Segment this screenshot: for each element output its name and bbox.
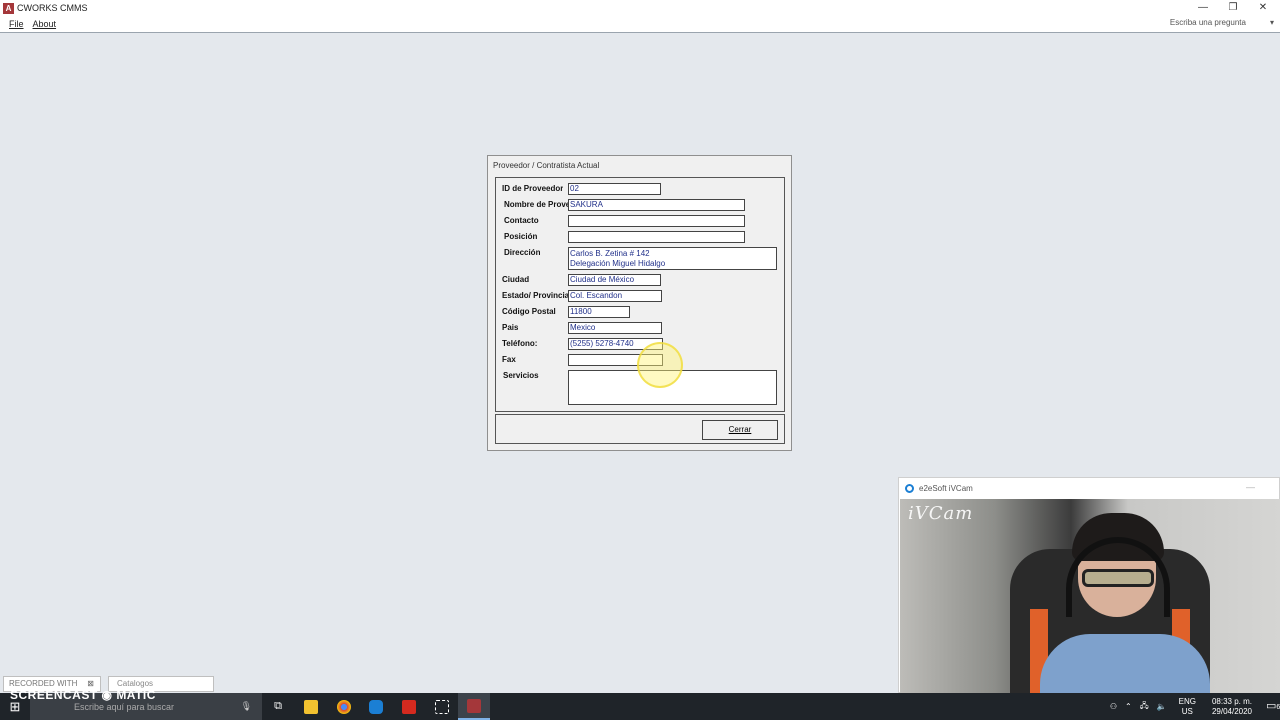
notification-count: 6 bbox=[1276, 704, 1280, 711]
person-shirt bbox=[1040, 634, 1210, 693]
fax-label: Fax bbox=[502, 355, 516, 364]
ciudad-label: Ciudad bbox=[502, 275, 530, 284]
language-bottom: US bbox=[1181, 706, 1193, 716]
notification-center-icon[interactable]: ▭6 bbox=[1258, 693, 1280, 720]
supplier-dialog: Proveedor / Contratista Actual ID de Pro… bbox=[487, 155, 792, 451]
contacto-label: Contacto bbox=[504, 216, 539, 225]
direccion-label: Dirección bbox=[504, 248, 541, 257]
restore-button[interactable]: ❐ bbox=[1218, 0, 1248, 16]
task-view-icon[interactable]: ⧉ bbox=[262, 693, 294, 720]
network-icon[interactable]: 🖧 bbox=[1140, 700, 1149, 714]
snipping-tool-icon[interactable] bbox=[426, 693, 458, 720]
people-icon[interactable]: ⚇ bbox=[1110, 702, 1117, 711]
button-panel: Cerrar bbox=[495, 414, 785, 444]
codigo-postal-field[interactable]: 11800 bbox=[568, 306, 630, 318]
codigo-postal-label: Código Postal bbox=[502, 307, 556, 316]
chrome-icon[interactable] bbox=[328, 693, 360, 720]
clock[interactable]: 08:33 p. m. 29/04/2020 bbox=[1212, 697, 1252, 717]
webcam-title-bar: e2eSoft iVCam bbox=[899, 478, 1279, 498]
estado-field[interactable]: Col. Escandon bbox=[568, 290, 662, 302]
estado-label: Estado/ Provincia bbox=[502, 291, 570, 300]
id-label: ID de Proveedor bbox=[502, 184, 564, 193]
window-title: CWORKS CMMS bbox=[17, 3, 88, 13]
nombre-field[interactable]: SAKURA bbox=[568, 199, 745, 211]
access-taskbar-icon[interactable] bbox=[458, 693, 490, 720]
telefono-label: Teléfono: bbox=[502, 339, 538, 348]
tab-recorded-label: RECORDED WITH bbox=[9, 679, 78, 688]
access-app-icon: A bbox=[3, 2, 14, 14]
cerrar-button[interactable]: Cerrar bbox=[702, 420, 778, 440]
microphone-icon[interactable]: 🎙 bbox=[241, 701, 252, 712]
cerrar-button-label: Cerrar bbox=[728, 425, 752, 434]
id-field[interactable]: 02 bbox=[568, 183, 661, 195]
direccion-field[interactable]: Carlos B. Zetina # 142 Delegación Miguel… bbox=[568, 247, 777, 270]
dialog-title: Proveedor / Contratista Actual bbox=[493, 161, 600, 170]
ask-question-box[interactable]: Escriba una pregunta ▾ bbox=[1170, 18, 1274, 27]
file-explorer-icon[interactable] bbox=[295, 693, 327, 720]
language-top: ENG bbox=[1178, 696, 1196, 706]
chevron-down-icon[interactable]: ▾ bbox=[1270, 18, 1274, 27]
menu-bar: File About Escriba una pregunta ▾ bbox=[0, 16, 1280, 33]
menu-about[interactable]: About bbox=[33, 19, 57, 29]
webcam-title: e2eSoft iVCam bbox=[919, 483, 973, 493]
glasses bbox=[1082, 569, 1154, 587]
cursor-highlight bbox=[637, 342, 683, 388]
title-bar: A CWORKS CMMS — ❐ ✕ bbox=[0, 0, 1280, 16]
webcam-minimize-button[interactable]: — bbox=[1246, 482, 1255, 492]
pais-field[interactable]: Mexico bbox=[568, 322, 662, 334]
posicion-field[interactable] bbox=[568, 231, 745, 243]
supplier-form: ID de Proveedor 02 Nombre de Prove SAKUR… bbox=[495, 177, 785, 412]
language-indicator[interactable]: ENG US bbox=[1179, 697, 1196, 717]
direccion-line-2: Delegación Miguel Hidalgo bbox=[570, 259, 666, 268]
minimize-button[interactable]: — bbox=[1188, 0, 1218, 16]
contacto-field[interactable] bbox=[568, 215, 745, 227]
nombre-label: Nombre de Prove bbox=[504, 200, 568, 209]
ask-question-placeholder: Escriba una pregunta bbox=[1169, 18, 1246, 27]
system-tray: ⚇ ⌃ 🖧 🔈 ENG US 08:33 p. m. 29/04/2020 ▭6 bbox=[1102, 693, 1280, 720]
volume-icon[interactable]: 🔈 bbox=[1157, 702, 1167, 711]
ivcam-logo: iVCam bbox=[908, 503, 974, 524]
clock-date: 29/04/2020 bbox=[1211, 706, 1252, 716]
webcam-video-feed: iVCam bbox=[900, 499, 1280, 693]
ciudad-field[interactable]: Ciudad de México bbox=[568, 274, 661, 286]
menu-file[interactable]: File bbox=[9, 19, 24, 29]
pais-label: Pais bbox=[502, 323, 519, 332]
taskbar: ⊞ Escribe aquí para buscar 🎙 SCREENCAST … bbox=[0, 688, 1280, 720]
acrobat-icon[interactable] bbox=[393, 693, 425, 720]
servicios-label: Servicios bbox=[503, 371, 539, 380]
webcam-window: e2eSoft iVCam — iVCam bbox=[898, 477, 1280, 693]
tab-catalogos-label: Catalogos bbox=[117, 679, 154, 688]
ivcam-taskbar-icon[interactable] bbox=[360, 693, 392, 720]
taskbar-search-placeholder: Escribe aquí para buscar bbox=[74, 701, 175, 712]
ivcam-icon bbox=[905, 483, 914, 493]
close-button[interactable]: ✕ bbox=[1248, 0, 1278, 16]
tray-expand-icon[interactable]: ⌃ bbox=[1125, 702, 1132, 711]
direccion-line-1: Carlos B. Zetina # 142 bbox=[570, 249, 650, 258]
clock-time: 08:33 p. m. bbox=[1211, 696, 1252, 706]
screencast-watermark: SCREENCAST ◉ MATIC bbox=[10, 688, 156, 702]
posicion-label: Posición bbox=[504, 232, 538, 241]
